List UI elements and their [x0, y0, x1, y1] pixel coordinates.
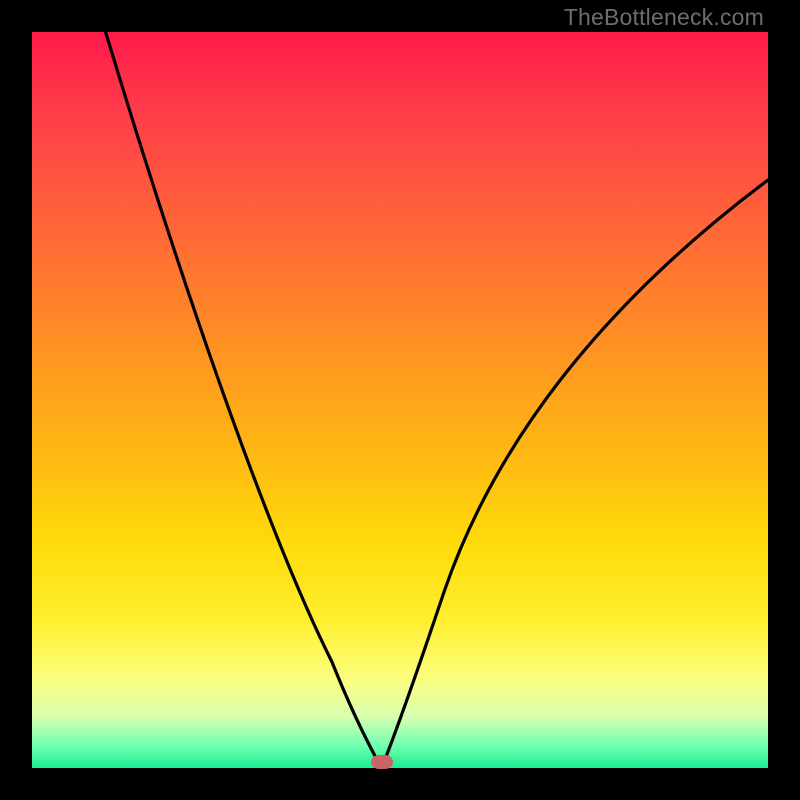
- frame-border-top: [0, 0, 800, 32]
- min-marker: [371, 755, 393, 769]
- bottleneck-curve: [32, 32, 768, 768]
- frame-border-bottom: [0, 768, 800, 800]
- plot-area: [32, 32, 768, 768]
- curve-path: [106, 32, 768, 768]
- frame-border-right: [768, 0, 800, 800]
- chart-stage: TheBottleneck.com: [0, 0, 800, 800]
- frame-border-left: [0, 0, 32, 800]
